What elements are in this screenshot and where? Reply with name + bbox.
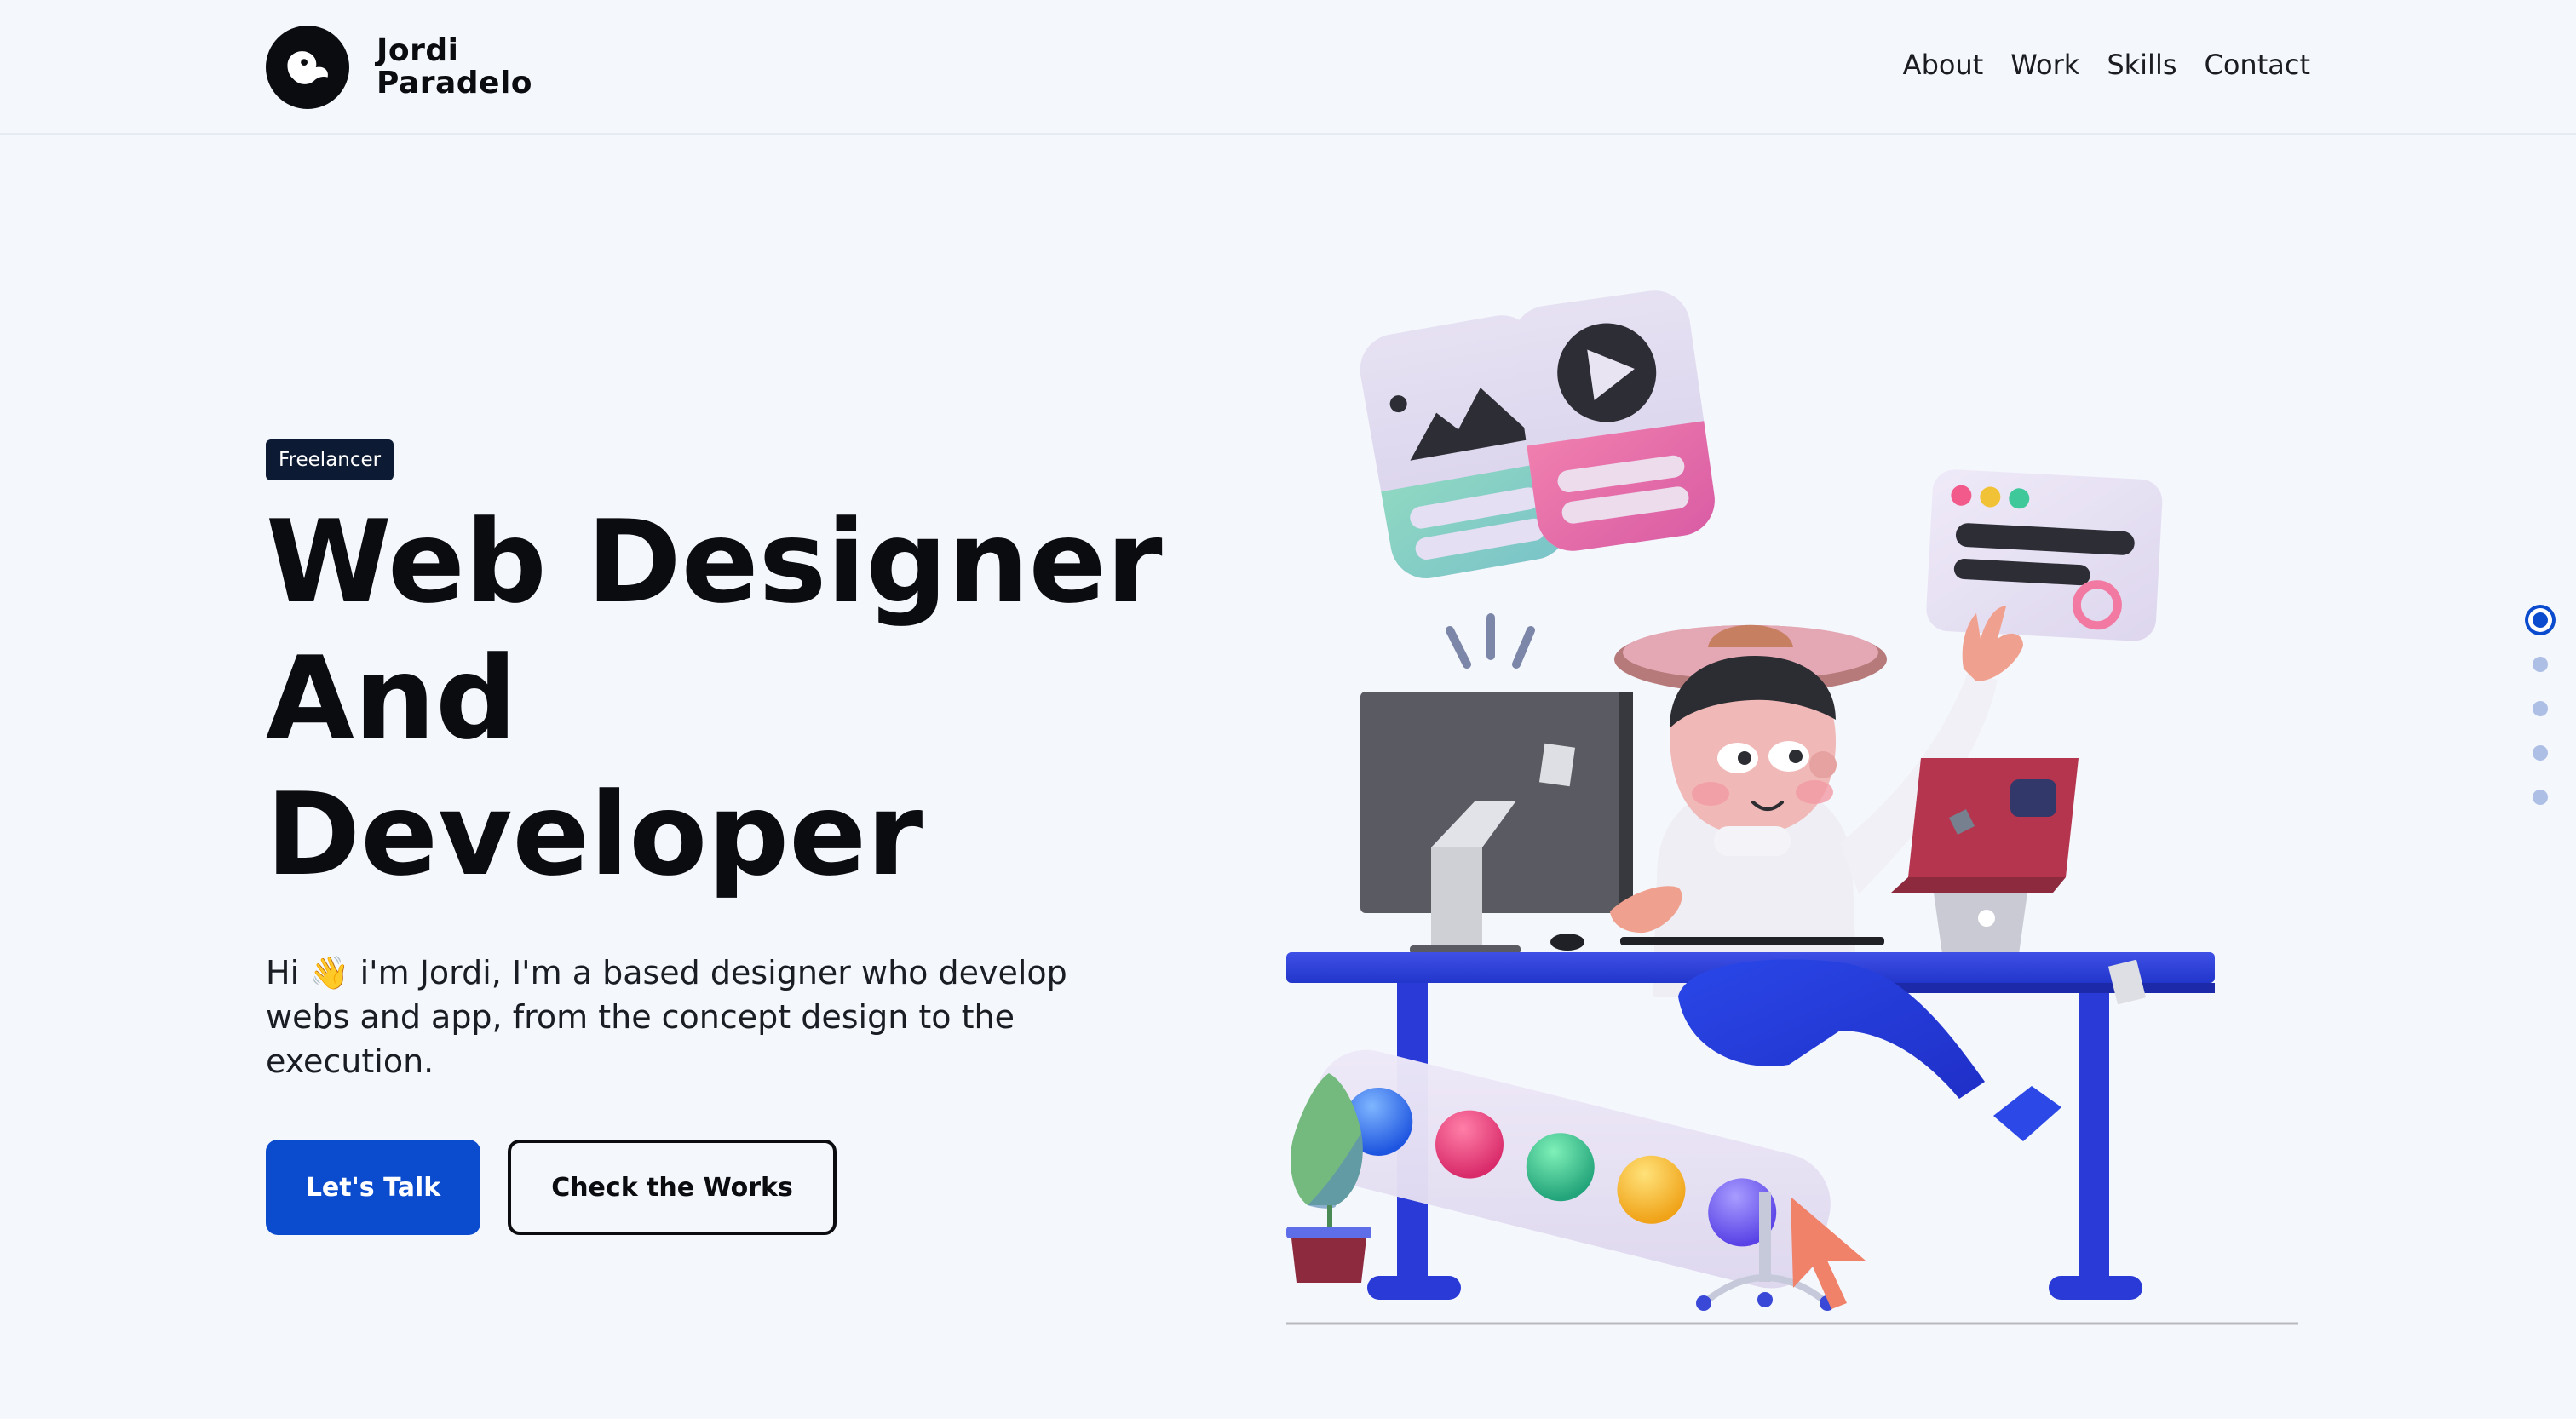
slide-dot[interactable]	[2533, 790, 2548, 805]
hero-title-line: Developer	[266, 768, 923, 901]
logo-wordmark: Jordi Paradelo	[377, 35, 532, 100]
hero-title-line: Web Designer	[266, 496, 1163, 629]
video-card-icon	[1512, 290, 1715, 551]
sparkle-lines-icon	[1446, 613, 1535, 669]
freelancer-badge: Freelancer	[266, 439, 394, 480]
nav-link-about[interactable]: About	[1903, 48, 1984, 82]
laptop-icon	[1891, 758, 2079, 954]
nav-link-skills[interactable]: Skills	[2107, 48, 2176, 82]
logo-last-name: Paradelo	[377, 66, 533, 101]
monitor-icon	[1360, 692, 1633, 954]
logo-first-name: Jordi	[377, 33, 459, 68]
bird-logo-icon	[266, 26, 349, 109]
site-header: Jordi Paradelo About Work Skills Contact	[0, 0, 2576, 135]
developer-desk-illustration	[1286, 290, 2298, 1325]
main-nav: About Work Skills Contact	[1903, 48, 2310, 82]
nav-link-work[interactable]: Work	[2010, 48, 2079, 82]
hero-title-line: And	[266, 632, 518, 765]
hero-title: Web Designer And Developer	[266, 494, 1163, 903]
slide-dot-active[interactable]	[2525, 605, 2556, 635]
check-works-button[interactable]: Check the Works	[508, 1140, 837, 1235]
hero-intro-text: Hi 👋 i'm Jordi, I'm a based designer who…	[266, 954, 1067, 1080]
slide-dot[interactable]	[2533, 657, 2548, 672]
slide-dot[interactable]	[2533, 701, 2548, 716]
nav-link-contact[interactable]: Contact	[2205, 48, 2311, 82]
slide-dot[interactable]	[2533, 745, 2548, 761]
browser-window-icon	[1926, 469, 2163, 641]
lets-talk-button[interactable]: Let's Talk	[266, 1140, 480, 1235]
site-logo[interactable]: Jordi Paradelo	[266, 26, 532, 109]
